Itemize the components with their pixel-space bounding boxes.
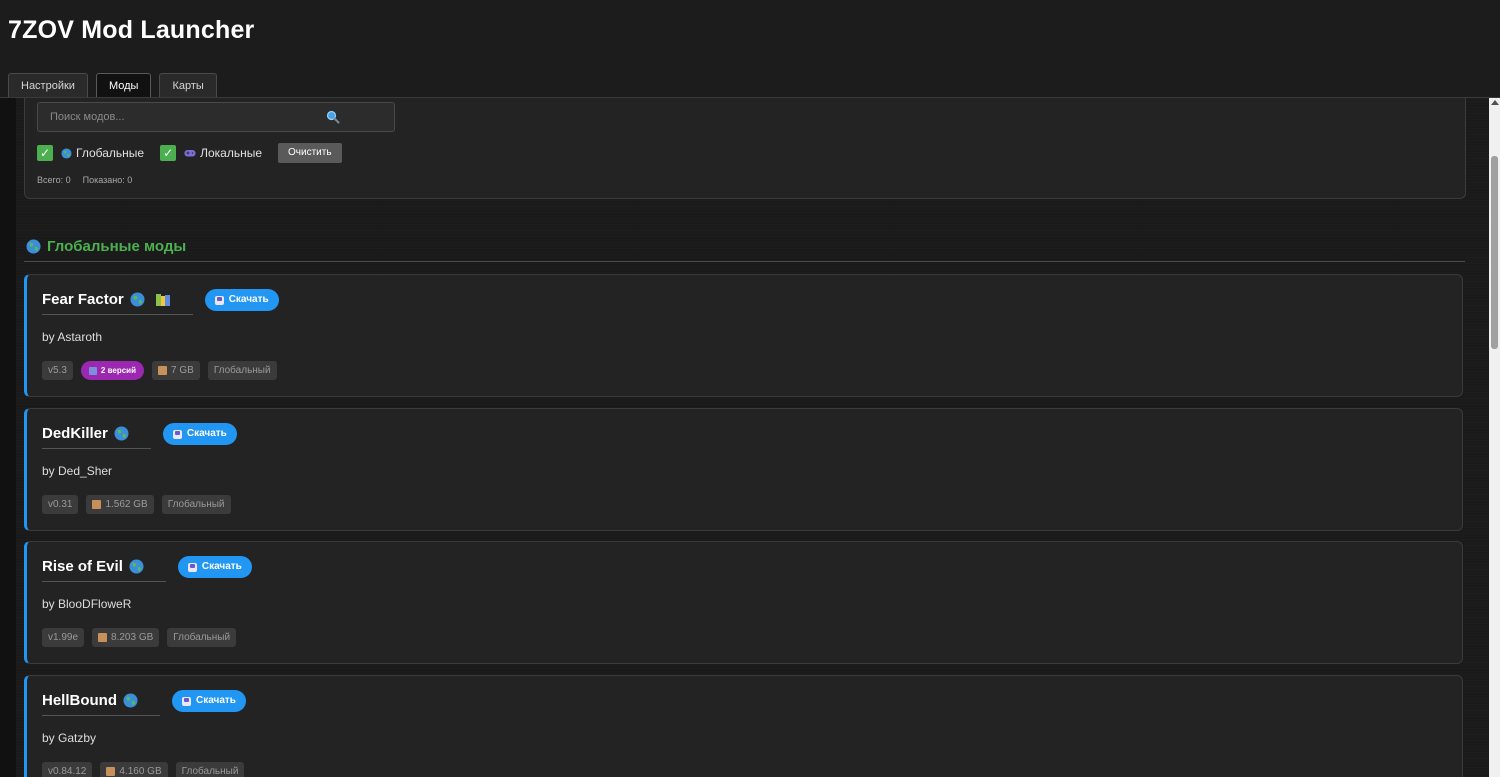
mod-tags: v5.3 2 версий 7 GB Глобальный	[42, 361, 277, 380]
download-icon	[172, 429, 182, 439]
left-gutter	[0, 98, 16, 777]
mod-card: HellBound Скачать by Gatzby v0.84.12 4.1…	[24, 675, 1463, 777]
version-tag: v0.31	[42, 495, 79, 514]
size-value: 1.562 GB	[105, 499, 148, 510]
download-icon	[187, 562, 197, 572]
scope-tag: Глобальный	[167, 628, 237, 647]
mod-card: Rise of Evil Скачать by BlooDFloweR v1.9…	[24, 541, 1463, 664]
mod-name: HellBound	[42, 692, 117, 709]
gamepad-icon	[184, 150, 196, 157]
versions-badge[interactable]: 2 версий	[80, 361, 145, 380]
scroll-up-arrow[interactable]	[1491, 100, 1499, 105]
search-box[interactable]	[37, 102, 395, 132]
filter-panel: ✓ Глобальные ✓ Локальные Очисти	[24, 98, 1466, 199]
size-value: 4.160 GB	[119, 766, 162, 777]
mod-name: DedKiller	[42, 425, 108, 442]
tab-bar: Настройки Моды Карты	[8, 73, 217, 98]
shown-count: Показано: 0	[82, 175, 133, 185]
local-checkbox[interactable]: ✓	[160, 145, 177, 161]
size-value: 8.203 GB	[111, 632, 154, 643]
mod-author: by Gatzby	[42, 731, 97, 745]
scope-tag: Глобальный	[161, 495, 231, 514]
size-tag: 7 GB	[152, 361, 200, 380]
mod-header: HellBound Скачать	[42, 690, 246, 716]
download-label: Скачать	[228, 294, 269, 305]
mod-author: by Astaroth	[42, 330, 103, 344]
scope-filter-row: ✓ Глобальные ✓ Локальные Очистить	[37, 143, 342, 163]
mod-author: by Ded_Sher	[42, 464, 113, 478]
global-checkbox[interactable]: ✓	[37, 145, 53, 161]
globe-icon	[130, 292, 145, 307]
size-tag: 8.203 GB	[92, 628, 160, 647]
download-button[interactable]: Скачать	[162, 423, 237, 445]
total-count: Всего: 0	[37, 175, 71, 185]
section-title-text: Глобальные моды	[47, 237, 187, 255]
box-icon	[106, 767, 116, 776]
box-icon	[92, 500, 102, 509]
download-button[interactable]: Скачать	[177, 556, 252, 578]
vertical-scrollbar[interactable]	[1489, 98, 1500, 777]
mod-name: Fear Factor	[42, 291, 124, 308]
size-tag: 4.160 GB	[100, 762, 168, 777]
mod-card: Fear Factor Скачать by Astaroth v5.3 2 в…	[24, 274, 1463, 397]
mod-title-wrap: Rise of Evil	[42, 558, 166, 582]
tab-maps[interactable]: Карты	[159, 73, 217, 97]
download-icon	[214, 295, 224, 305]
version-tag: v1.99e	[42, 628, 85, 647]
clear-button[interactable]: Очистить	[278, 143, 342, 163]
mods-content: ✓ Глобальные ✓ Локальные Очисти	[16, 98, 1489, 777]
globe-icon	[61, 147, 72, 159]
section-heading: Глобальные моды	[26, 235, 186, 257]
download-icon	[182, 696, 191, 706]
search-icon[interactable]	[326, 110, 340, 124]
local-filter-label: Локальные	[184, 146, 262, 160]
box-icon	[158, 366, 168, 375]
globe-icon	[123, 693, 138, 708]
size-value: 7 GB	[171, 365, 194, 376]
mod-name: Rise of Evil	[42, 558, 123, 575]
version-tag: v0.84.12	[42, 762, 93, 777]
mod-header: DedKiller Скачать	[42, 423, 237, 449]
scope-tag: Глобальный	[175, 762, 245, 777]
scope-tag: Глобальный	[207, 361, 277, 380]
mod-title-wrap: Fear Factor	[42, 291, 193, 315]
globe-icon	[129, 559, 144, 574]
global-filter-label: Глобальные	[61, 146, 144, 160]
mod-tags: v0.31 1.562 GB Глобальный	[42, 495, 231, 514]
download-button[interactable]: Скачать	[204, 289, 279, 311]
download-label: Скачать	[186, 428, 227, 439]
mod-author: by BlooDFloweR	[42, 597, 132, 611]
books-icon	[155, 293, 170, 306]
globe-icon	[114, 426, 129, 441]
mod-title-wrap: DedKiller	[42, 425, 151, 449]
mod-header: Fear Factor Скачать	[42, 289, 279, 315]
mod-title-wrap: HellBound	[42, 692, 160, 716]
local-label-text: Локальные	[200, 146, 263, 160]
download-button[interactable]: Скачать	[172, 690, 246, 712]
mod-header: Rise of Evil Скачать	[42, 556, 252, 582]
mod-tags: v1.99e 8.203 GB Глобальный	[42, 628, 237, 647]
versions-badge-label: 2 версий	[100, 366, 137, 375]
tab-mods[interactable]: Моды	[95, 73, 152, 98]
mod-card: DedKiller Скачать by Ded_Sher v0.31 1.56…	[24, 408, 1463, 531]
version-tag: v5.3	[42, 361, 73, 380]
app-title: 7ZOV Mod Launcher	[8, 16, 255, 44]
mod-tags: v0.84.12 4.160 GB Глобальный	[42, 762, 245, 777]
scroll-thumb[interactable]	[1491, 156, 1498, 349]
versions-icon	[88, 366, 97, 375]
tab-settings[interactable]: Настройки	[8, 73, 88, 97]
search-input[interactable]	[38, 103, 342, 131]
download-label: Скачать	[196, 695, 236, 706]
section-divider	[24, 261, 1465, 262]
box-icon	[98, 633, 108, 642]
download-label: Скачать	[201, 561, 242, 572]
size-tag: 1.562 GB	[86, 495, 154, 514]
mod-stats: Всего: 0 Показано: 0	[37, 175, 132, 185]
app-header: 7ZOV Mod Launcher Настройки Моды Карты	[0, 0, 1500, 98]
global-label-text: Глобальные	[76, 146, 145, 160]
globe-icon	[26, 238, 41, 254]
